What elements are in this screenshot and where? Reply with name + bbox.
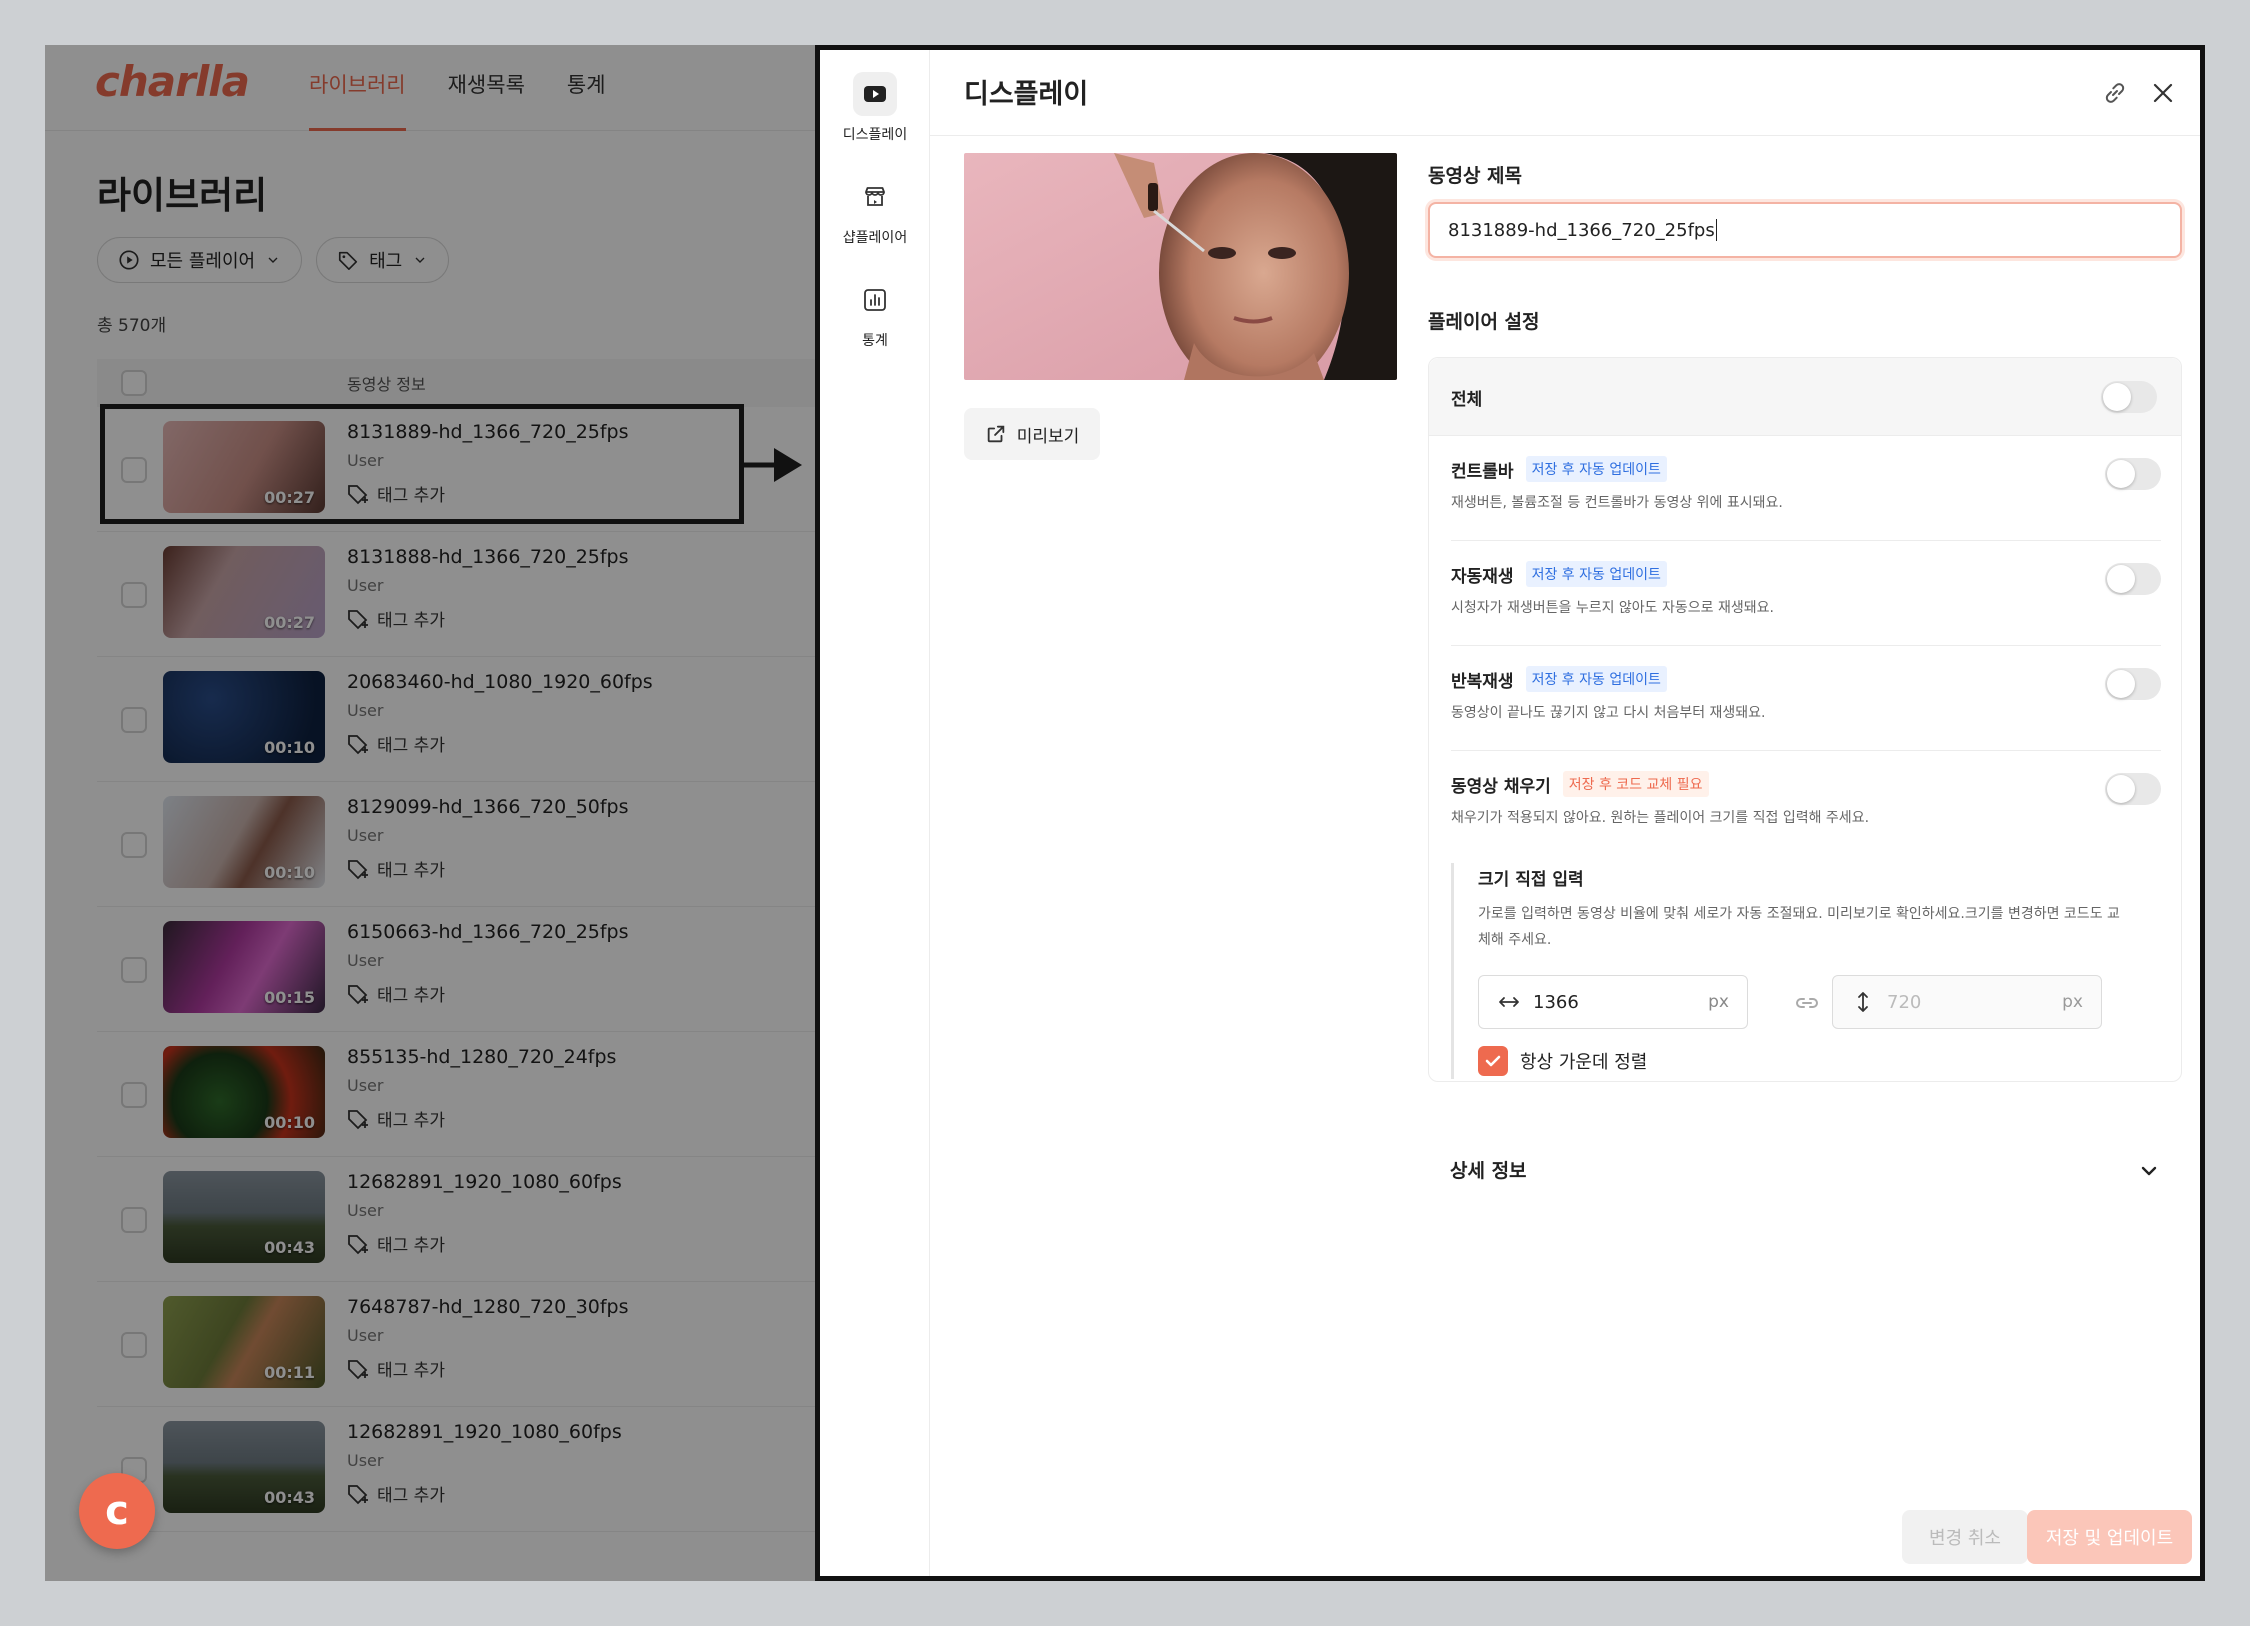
text-caret bbox=[1715, 219, 1717, 241]
chart-icon-wrap bbox=[853, 278, 897, 322]
sidebar-item-display[interactable]: 디스플레이 bbox=[820, 72, 930, 144]
auto-update-badge: 저장 후 자동 업데이트 bbox=[1525, 666, 1667, 692]
store-icon bbox=[865, 187, 885, 206]
player-settings-card: 전체 컨트롤바 저장 후 자동 업데이트 재생버튼, 볼륨조절 등 컨트롤바가 … bbox=[1428, 357, 2182, 1082]
setting-fill: 동영상 채우기 저장 후 코드 교체 필요 채우기가 적용되지 않아요. 원하는… bbox=[1451, 751, 2161, 856]
panel-header: 디스플레이 bbox=[930, 50, 2200, 136]
center-align-label: 항상 가운데 정렬 bbox=[1520, 1052, 1648, 1073]
close-button[interactable] bbox=[2146, 76, 2180, 110]
cancel-changes-button[interactable]: 변경 취소 bbox=[1902, 1510, 2028, 1564]
selected-row-highlight bbox=[100, 404, 744, 524]
checkbox-checked bbox=[1478, 1046, 1508, 1076]
controlbar-toggle[interactable] bbox=[2105, 458, 2161, 490]
sidebar-item-label: 샵플레이어 bbox=[842, 230, 908, 246]
save-update-button[interactable]: 저장 및 업데이트 bbox=[2027, 1510, 2192, 1564]
modal-backdrop[interactable] bbox=[45, 45, 815, 1581]
setting-name-wrap: 자동재생 저장 후 자동 업데이트 bbox=[1451, 561, 1667, 587]
video-title-value: 8131889-hd_1366_720_25fps bbox=[1448, 219, 1715, 241]
play-icon bbox=[864, 86, 886, 102]
auto-update-badge: 저장 후 자동 업데이트 bbox=[1525, 561, 1667, 587]
manual-size-title: 크기 직접 입력 bbox=[1478, 870, 1584, 890]
help-chat-button[interactable]: c bbox=[79, 1473, 155, 1549]
video-title-input[interactable]: 8131889-hd_1366_720_25fps bbox=[1428, 202, 2182, 258]
setting-desc: 채우기가 적용되지 않아요. 원하는 플레이어 크기를 직접 입력해 주세요. bbox=[1451, 810, 1870, 826]
check-icon bbox=[1485, 1055, 1501, 1067]
center-align-checkbox[interactable]: 항상 가운데 정렬 bbox=[1478, 1046, 1647, 1076]
player-settings-label: 플레이어 설정 bbox=[1428, 311, 1540, 333]
sidebar-item-label: 통계 bbox=[862, 333, 888, 349]
setting-name-wrap: 컨트롤바 저장 후 자동 업데이트 bbox=[1451, 456, 1667, 482]
external-link-icon bbox=[987, 425, 1004, 443]
video-title-label: 동영상 제목 bbox=[1428, 165, 1523, 187]
video-preview-image bbox=[964, 153, 1397, 380]
display-panel: 디스플레이 샵플레이어 통계 디스플레이 미리보기 동영상 제목 8131889… bbox=[815, 45, 2205, 1581]
chart-icon bbox=[864, 289, 886, 311]
setting-loop: 반복재생 저장 후 자동 업데이트 동영상이 끝나도 끊기지 않고 다시 처음부… bbox=[1451, 646, 2161, 751]
details-label: 상세 정보 bbox=[1450, 1160, 1527, 1182]
setting-name: 자동재생 bbox=[1451, 566, 1514, 587]
sidebar-item-label: 디스플레이 bbox=[842, 127, 908, 143]
arrow-right-icon bbox=[744, 448, 802, 482]
aspect-link-icon[interactable] bbox=[1793, 989, 1821, 1017]
chevron-down-icon bbox=[2141, 1166, 2157, 1176]
loop-toggle[interactable] bbox=[2105, 668, 2161, 700]
width-value: 1366 bbox=[1533, 991, 1579, 1013]
height-value: 720 bbox=[1887, 991, 1922, 1013]
fill-toggle[interactable] bbox=[2105, 773, 2161, 805]
setting-autoplay: 자동재생 저장 후 자동 업데이트 시청자가 재생버튼을 누르지 않아도 자동으… bbox=[1451, 541, 2161, 646]
preview-button[interactable]: 미리보기 bbox=[964, 408, 1100, 460]
width-input[interactable]: 1366 px bbox=[1478, 975, 1748, 1029]
video-preview-illustration bbox=[964, 153, 1397, 380]
setting-desc: 시청자가 재생버튼을 누르지 않아도 자동으로 재생돼요. bbox=[1451, 600, 1774, 616]
setting-all-row: 전체 bbox=[1429, 358, 2181, 436]
setting-name: 반복재생 bbox=[1451, 671, 1514, 692]
setting-all-label: 전체 bbox=[1451, 390, 1483, 410]
setting-name-wrap: 동영상 채우기 저장 후 코드 교체 필요 bbox=[1451, 771, 1709, 797]
setting-name: 동영상 채우기 bbox=[1451, 776, 1551, 797]
setting-controlbar: 컨트롤바 저장 후 자동 업데이트 재생버튼, 볼륨조절 등 컨트롤바가 동영상… bbox=[1451, 436, 2161, 541]
height-input: 720 px bbox=[1832, 975, 2102, 1029]
all-toggle[interactable] bbox=[2101, 381, 2157, 413]
sidebar-item-stats[interactable]: 통계 bbox=[820, 278, 930, 350]
arrows-vertical-icon bbox=[1858, 992, 1868, 1012]
panel-sidebar: 디스플레이 샵플레이어 통계 bbox=[820, 50, 930, 1576]
width-unit: px bbox=[1708, 992, 1729, 1012]
auto-update-badge: 저장 후 자동 업데이트 bbox=[1525, 456, 1667, 482]
setting-name-wrap: 반복재생 저장 후 자동 업데이트 bbox=[1451, 666, 1667, 692]
panel-title: 디스플레이 bbox=[964, 79, 1089, 110]
preview-button-label: 미리보기 bbox=[1016, 426, 1080, 447]
autoplay-toggle[interactable] bbox=[2105, 563, 2161, 595]
code-replace-badge: 저장 후 코드 교체 필요 bbox=[1562, 771, 1709, 797]
play-icon-wrap bbox=[853, 72, 897, 116]
store-icon-wrap bbox=[853, 175, 897, 219]
details-accordion[interactable]: 상세 정보 bbox=[1450, 1150, 2160, 1190]
setting-desc: 동영상이 끝나도 끊기지 않고 다시 처음부터 재생돼요. bbox=[1451, 705, 1766, 721]
close-icon bbox=[2153, 83, 2173, 103]
arrows-horizontal-icon bbox=[1499, 997, 1519, 1007]
copy-link-button[interactable] bbox=[2098, 76, 2132, 110]
fab-logo-letter: c bbox=[105, 1488, 129, 1534]
manual-size-desc: 가로를 입력하면 동영상 비율에 맞춰 세로가 자동 조절돼요. 미리보기로 확… bbox=[1478, 906, 2120, 948]
setting-name: 컨트롤바 bbox=[1451, 461, 1514, 482]
setting-desc: 재생버튼, 볼륨조절 등 컨트롤바가 동영상 위에 표시돼요. bbox=[1451, 495, 1783, 511]
manual-size-section: 크기 직접 입력 가로를 입력하면 동영상 비율에 맞춰 세로가 자동 조절돼요… bbox=[1451, 863, 2151, 1079]
sidebar-item-shop-player[interactable]: 샵플레이어 bbox=[820, 175, 930, 247]
height-unit: px bbox=[2062, 992, 2083, 1012]
link-icon bbox=[2105, 83, 2125, 103]
